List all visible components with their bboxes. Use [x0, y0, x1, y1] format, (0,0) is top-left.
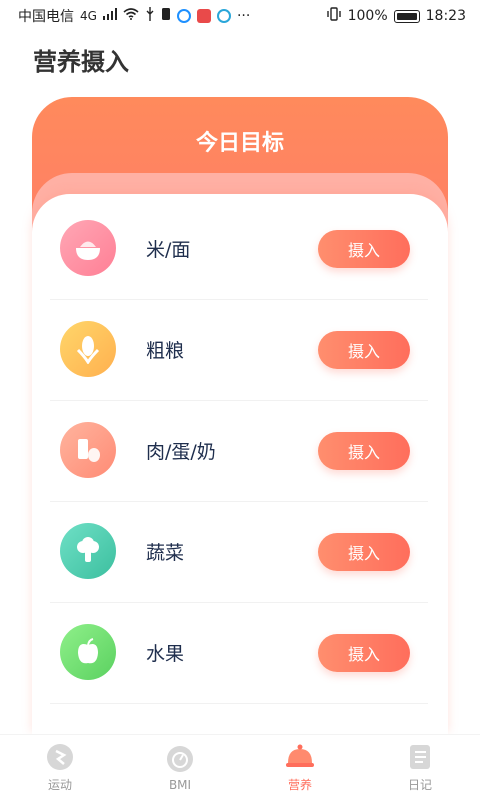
status-bar-right: 100% 18:23 [326, 7, 466, 25]
vibrate-icon [326, 7, 342, 25]
intake-button[interactable]: 摄入 [318, 432, 410, 470]
nav-label: 日记 [407, 778, 432, 792]
app-notification-icon [176, 9, 191, 23]
apple-icon [60, 624, 116, 680]
run-icon [45, 742, 75, 772]
intake-button[interactable]: 摄入 [318, 533, 410, 571]
list-item-fruit: 水果 摄入 [50, 603, 428, 704]
nav-item-bmi[interactable]: BMI [120, 744, 240, 792]
gauge-icon [165, 744, 195, 774]
food-label: 米/面 [146, 239, 191, 261]
food-label: 粗粮 [146, 340, 185, 362]
status-bar-left: 中国电信 4G ··· [18, 6, 250, 26]
meat-egg-milk-icon [60, 422, 116, 478]
intake-button[interactable]: 摄入 [318, 230, 410, 268]
nav-item-nutrition[interactable]: 营养 [240, 742, 360, 793]
nav-item-diary[interactable]: 日记 [360, 742, 480, 793]
carrier-label: 中国电信 [18, 9, 74, 25]
cloche-icon [285, 742, 315, 772]
battery-percent: 100% [347, 8, 388, 24]
broccoli-icon [60, 523, 116, 579]
app-notification-icon [196, 9, 211, 23]
card-title: 今日目标 [195, 131, 284, 156]
usb-icon [145, 7, 155, 25]
intake-list-card: 米/面 摄入 粗粮 摄入 肉/蛋/奶 摄入 蔬菜 摄入 水果 摄入 [32, 194, 448, 734]
food-label: 水果 [146, 643, 185, 665]
intake-button[interactable]: 摄入 [318, 634, 410, 672]
battery-icon [393, 9, 420, 23]
status-bar: 中国电信 4G ··· 100% 18:23 [0, 0, 480, 32]
list-item-vegetables: 蔬菜 摄入 [50, 502, 428, 603]
corn-icon [60, 321, 116, 377]
rice-bowl-icon [60, 220, 116, 276]
signal-icon [102, 8, 117, 24]
network-type: 4G [80, 9, 97, 23]
bottom-nav: 运动 BMI 营养 日记 [0, 734, 480, 800]
list-item-grains: 粗粮 摄入 [50, 300, 428, 401]
nav-label: 运动 [47, 778, 72, 792]
sim-icon [161, 7, 171, 25]
nav-item-exercise[interactable]: 运动 [0, 742, 120, 793]
food-label: 肉/蛋/奶 [146, 441, 216, 463]
notebook-icon [405, 742, 435, 772]
more-notifications-label: ··· [236, 8, 251, 24]
list-item-rice: 米/面 摄入 [50, 199, 428, 300]
list-item-meat-egg-milk: 肉/蛋/奶 摄入 [50, 401, 428, 502]
food-label: 蔬菜 [146, 542, 185, 564]
nav-label: BMI [168, 777, 192, 792]
intake-button[interactable]: 摄入 [318, 331, 410, 369]
clock: 18:23 [425, 8, 466, 24]
wifi-icon [123, 8, 139, 24]
app-notification-icon [216, 9, 231, 23]
nav-label: 营养 [287, 778, 312, 792]
page-title: 营养摄入 [33, 48, 129, 76]
